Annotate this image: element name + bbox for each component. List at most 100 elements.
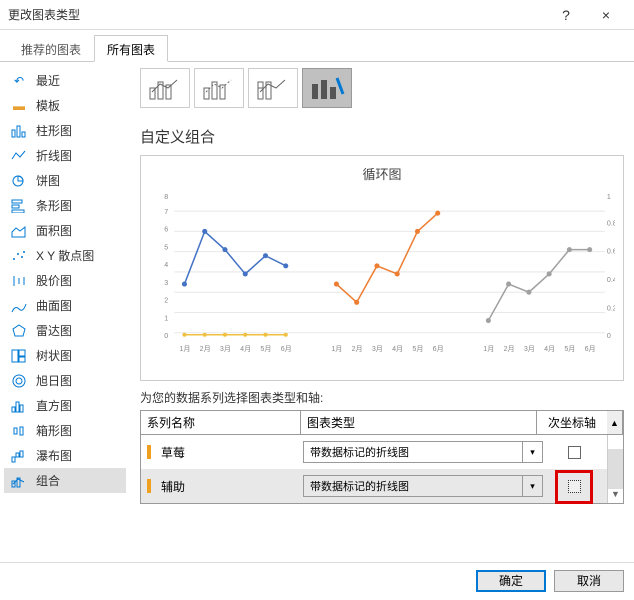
- scrollbar[interactable]: ▼: [607, 435, 623, 503]
- svg-text:8: 8: [164, 193, 168, 201]
- svg-text:2月: 2月: [504, 345, 515, 353]
- tab-all[interactable]: 所有图表: [94, 35, 168, 62]
- svg-text:0.2: 0.2: [607, 304, 615, 312]
- series-row: 辅助 带数据标记的折线图 ▾: [141, 469, 607, 503]
- svg-text:3月: 3月: [524, 345, 535, 353]
- preview-chart-svg: 012 345 678 00.20.4 0.60.81: [149, 187, 615, 367]
- close-button[interactable]: ×: [586, 0, 626, 30]
- svg-text:6月: 6月: [585, 345, 596, 353]
- col-header-axis: 次坐标轴: [537, 411, 607, 435]
- svg-text:0: 0: [164, 332, 168, 340]
- sidebar-item-pie[interactable]: 饼图: [4, 168, 126, 193]
- svg-text:1月: 1月: [483, 345, 494, 353]
- scatter-icon: [10, 248, 28, 264]
- svg-text:3月: 3月: [372, 345, 383, 353]
- boxplot-icon: [10, 423, 28, 439]
- undo-icon: ↶: [10, 73, 28, 89]
- sidebar-item-sunburst[interactable]: 旭日图: [4, 368, 126, 393]
- series-table: 系列名称 图表类型 次坐标轴 ▲ 草莓 带数据标记的折线图 ▾: [140, 410, 624, 504]
- sidebar-item-combo[interactable]: 组合: [4, 468, 126, 493]
- svg-text:6月: 6月: [433, 345, 444, 353]
- svg-text:1: 1: [607, 193, 611, 201]
- dialog-footer: 确定 取消: [0, 562, 634, 598]
- series-marker-icon: [147, 479, 151, 493]
- scroll-down-icon: ▼: [608, 489, 623, 503]
- series-row: 草莓 带数据标记的折线图 ▾: [141, 435, 607, 469]
- window-title: 更改图表类型: [8, 6, 546, 23]
- series-name: 草莓: [161, 444, 299, 461]
- combo-icon: [10, 473, 28, 489]
- sidebar-item-treemap[interactable]: 树状图: [4, 343, 126, 368]
- secondary-axis-checkbox[interactable]: [568, 446, 581, 459]
- svg-text:1: 1: [164, 315, 168, 323]
- svg-text:4: 4: [164, 261, 168, 269]
- svg-text:4月: 4月: [392, 345, 403, 353]
- chart-type-select[interactable]: 带数据标记的折线图 ▾: [303, 441, 543, 463]
- sidebar-item-bar[interactable]: 条形图: [4, 193, 126, 218]
- highlight-annotation: [555, 470, 593, 504]
- sidebar-item-waterfall[interactable]: 瀑布图: [4, 443, 126, 468]
- chevron-down-icon: ▾: [522, 476, 542, 496]
- area-icon: [10, 223, 28, 239]
- svg-text:4月: 4月: [240, 345, 251, 353]
- series-name: 辅助: [161, 478, 299, 495]
- sidebar-item-line[interactable]: 折线图: [4, 143, 126, 168]
- subtype-4[interactable]: [302, 68, 352, 108]
- chart-type-select[interactable]: 带数据标记的折线图 ▾: [303, 475, 543, 497]
- surface-icon: [10, 298, 28, 314]
- chart-preview: 循环图 012 345 678 00.20.4 0.60.81: [140, 155, 624, 381]
- treemap-icon: [10, 348, 28, 364]
- svg-text:3: 3: [164, 279, 168, 287]
- chart-subtype-row: [140, 68, 624, 108]
- svg-text:2: 2: [164, 296, 168, 304]
- section-title: 自定义组合: [140, 126, 624, 147]
- svg-text:6月: 6月: [281, 345, 292, 353]
- svg-text:0.4: 0.4: [607, 276, 615, 284]
- sidebar-item-area[interactable]: 面积图: [4, 218, 126, 243]
- tab-bar: 推荐的图表 所有图表: [0, 34, 634, 62]
- stock-icon: [10, 273, 28, 289]
- series-prompt: 为您的数据系列选择图表类型和轴:: [140, 389, 624, 406]
- line-icon: [10, 148, 28, 164]
- sidebar-item-scatter[interactable]: X Y 散点图: [4, 243, 126, 268]
- radar-icon: [10, 323, 28, 339]
- col-header-type: 图表类型: [301, 411, 537, 435]
- svg-text:5月: 5月: [412, 345, 423, 353]
- svg-text:1月: 1月: [179, 345, 190, 353]
- series-marker-icon: [147, 445, 151, 459]
- sidebar-item-recent[interactable]: ↶最近: [4, 68, 126, 93]
- sidebar-item-boxplot[interactable]: 箱形图: [4, 418, 126, 443]
- sidebar-item-stock[interactable]: 股价图: [4, 268, 126, 293]
- waterfall-icon: [10, 448, 28, 464]
- subtype-2[interactable]: [194, 68, 244, 108]
- sidebar-item-template[interactable]: ▬模板: [4, 93, 126, 118]
- column-icon: [10, 123, 28, 139]
- ok-button[interactable]: 确定: [476, 570, 546, 592]
- cancel-button[interactable]: 取消: [554, 570, 624, 592]
- help-button[interactable]: ?: [546, 0, 586, 30]
- pie-icon: [10, 173, 28, 189]
- sidebar-item-radar[interactable]: 雷达图: [4, 318, 126, 343]
- svg-text:3月: 3月: [220, 345, 231, 353]
- svg-text:5: 5: [164, 244, 168, 252]
- preview-title: 循环图: [149, 164, 615, 183]
- subtype-1[interactable]: [140, 68, 190, 108]
- histogram-icon: [10, 398, 28, 414]
- titlebar: 更改图表类型 ? ×: [0, 0, 634, 30]
- svg-text:4月: 4月: [544, 345, 555, 353]
- svg-text:0: 0: [607, 332, 611, 340]
- sidebar-item-column[interactable]: 柱形图: [4, 118, 126, 143]
- sidebar-item-surface[interactable]: 曲面图: [4, 293, 126, 318]
- col-header-name: 系列名称: [141, 411, 301, 435]
- svg-text:6: 6: [164, 225, 168, 233]
- chevron-down-icon: ▾: [522, 442, 542, 462]
- subtype-3[interactable]: [248, 68, 298, 108]
- svg-text:7: 7: [164, 208, 168, 216]
- svg-text:5月: 5月: [260, 345, 271, 353]
- bar-icon: [10, 198, 28, 214]
- scroll-up-icon[interactable]: ▲: [607, 411, 623, 435]
- tab-recommended[interactable]: 推荐的图表: [8, 35, 94, 62]
- svg-text:2月: 2月: [200, 345, 211, 353]
- sidebar-item-histogram[interactable]: 直方图: [4, 393, 126, 418]
- svg-text:2月: 2月: [352, 345, 363, 353]
